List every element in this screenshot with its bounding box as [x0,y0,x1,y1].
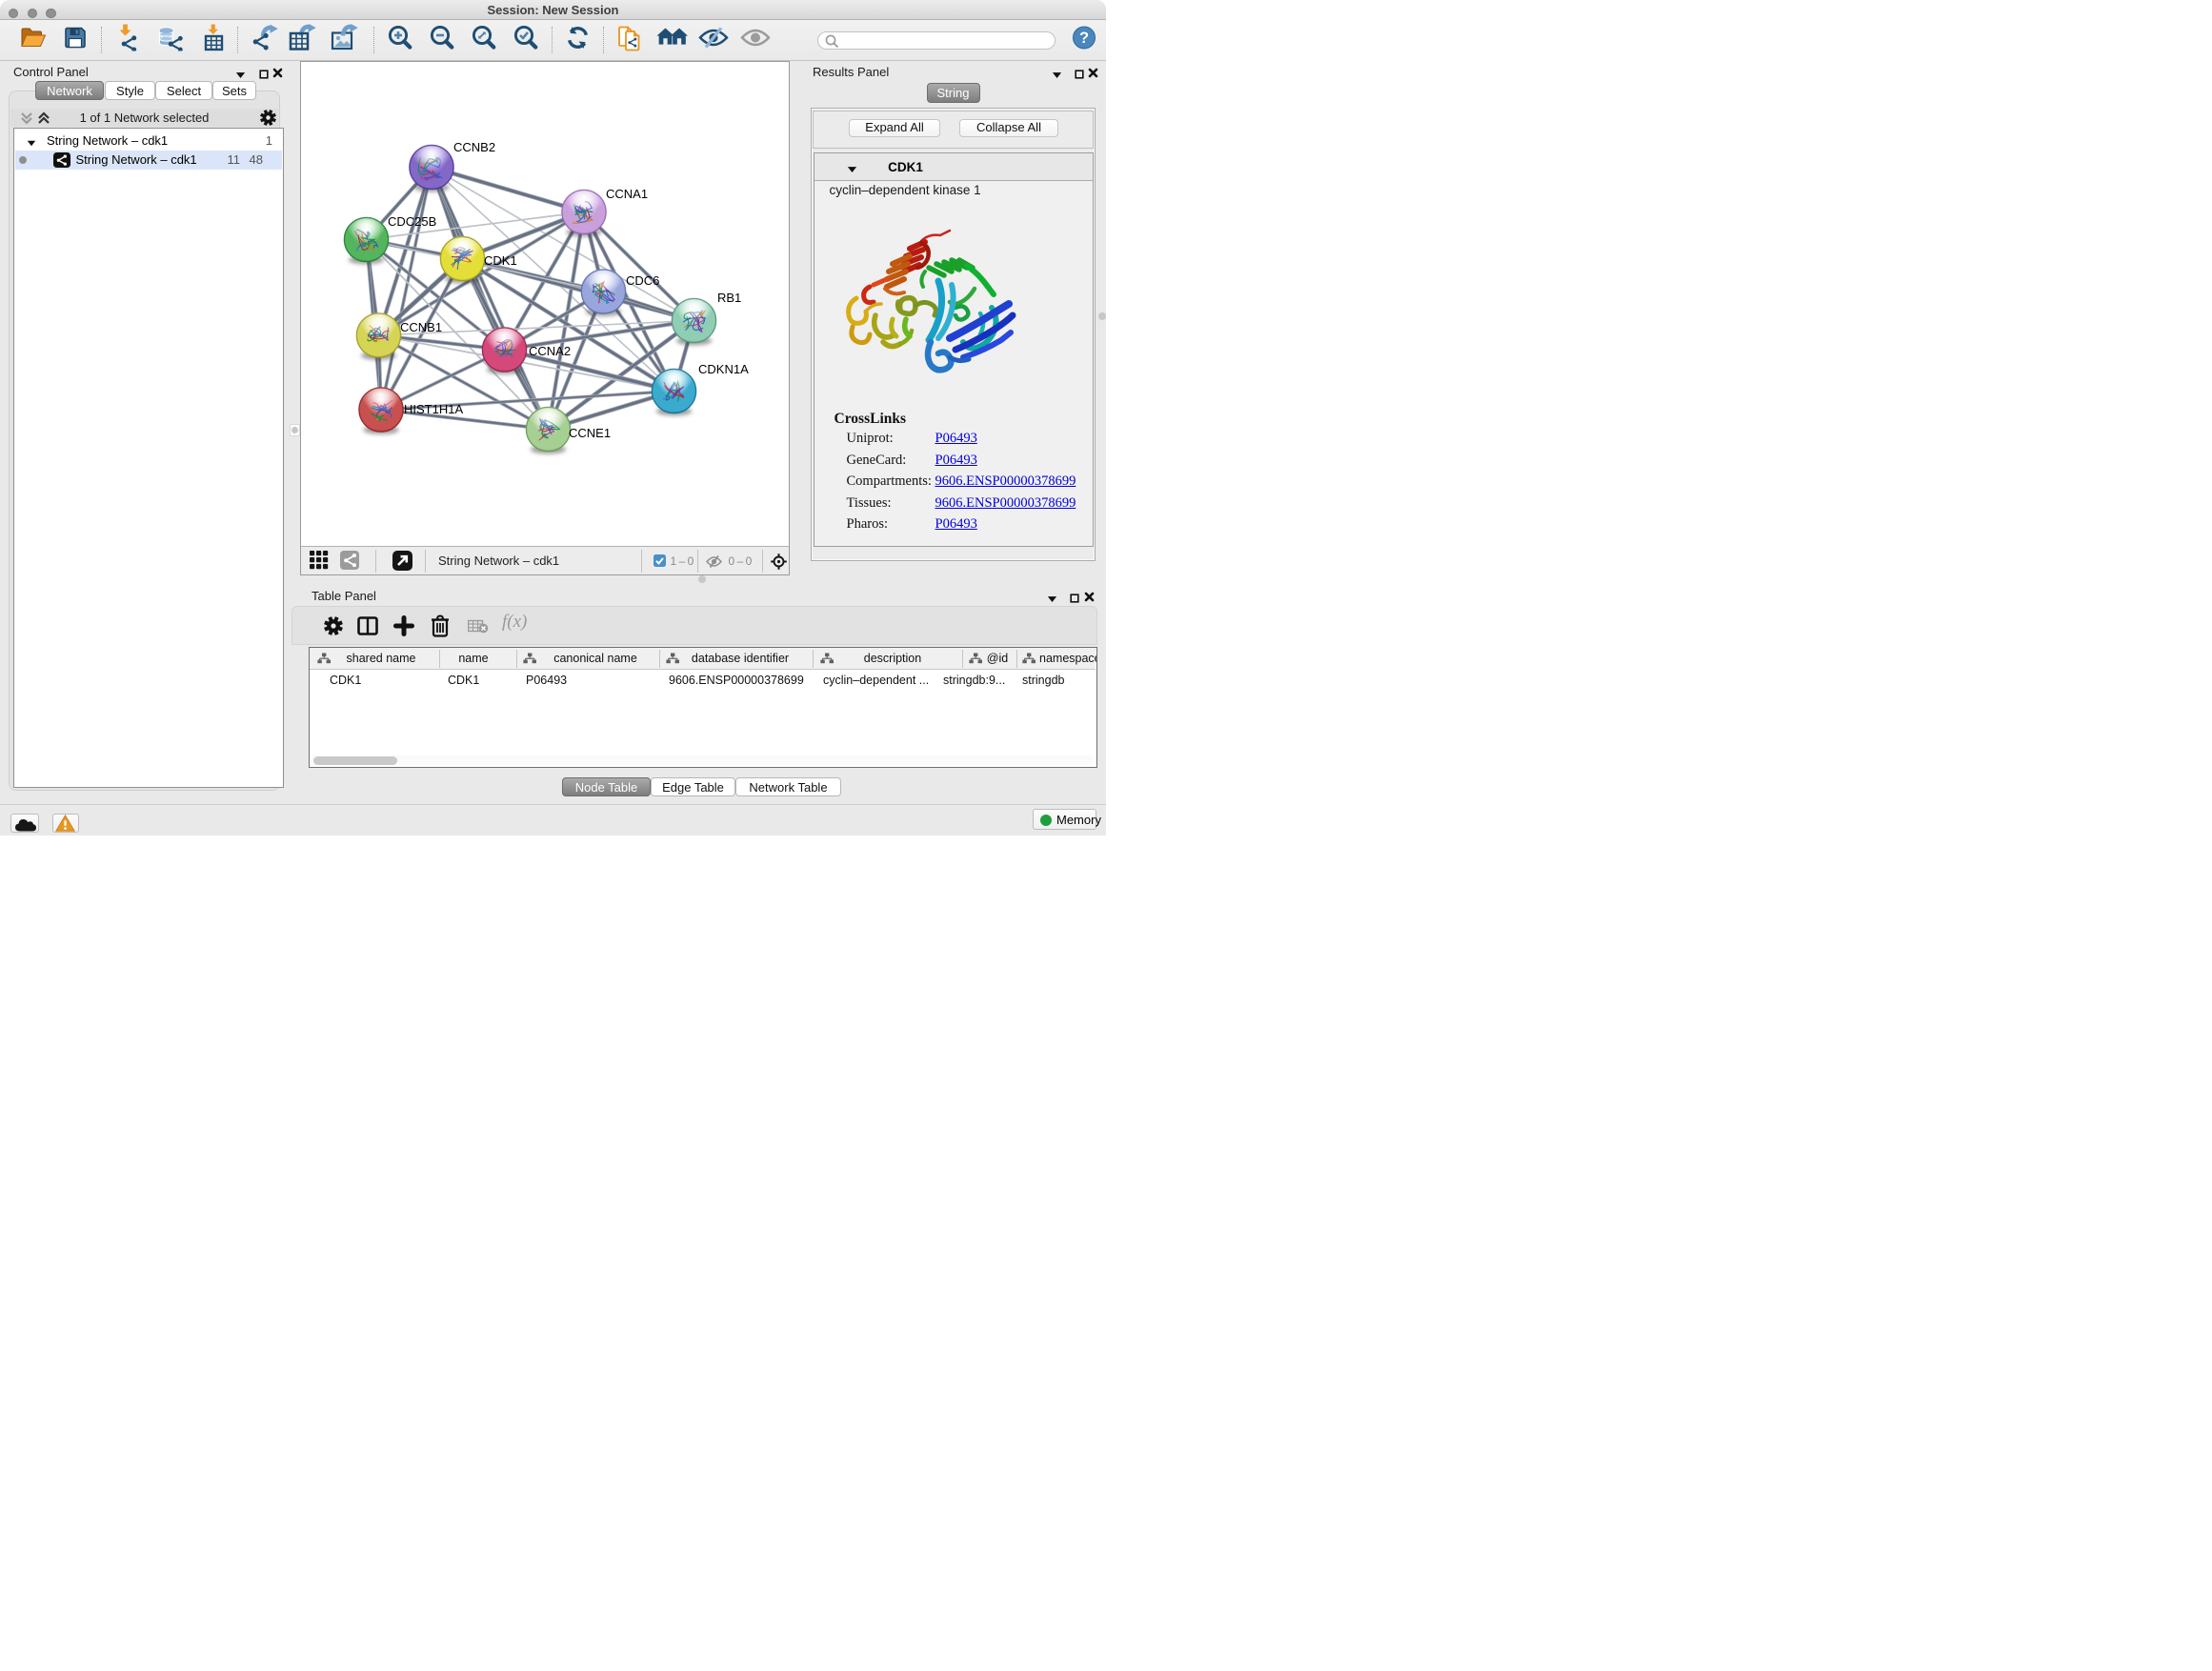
svg-text:CDC25B: CDC25B [388,214,436,229]
svg-text:CDC6: CDC6 [626,273,659,288]
svg-text:HIST1H1A: HIST1H1A [404,402,463,416]
svg-text:RB1: RB1 [717,291,741,305]
svg-text:CDK1: CDK1 [484,253,517,268]
svg-text:CCNA2: CCNA2 [529,344,571,358]
svg-text:CCNB1: CCNB1 [400,320,442,334]
svg-text:?: ? [1079,30,1089,47]
svg-text:CCNB2: CCNB2 [453,140,495,154]
svg-text:CCNE1: CCNE1 [569,426,611,440]
svg-text:CCNA1: CCNA1 [606,187,648,201]
svg-text:CDKN1A: CDKN1A [698,362,749,376]
